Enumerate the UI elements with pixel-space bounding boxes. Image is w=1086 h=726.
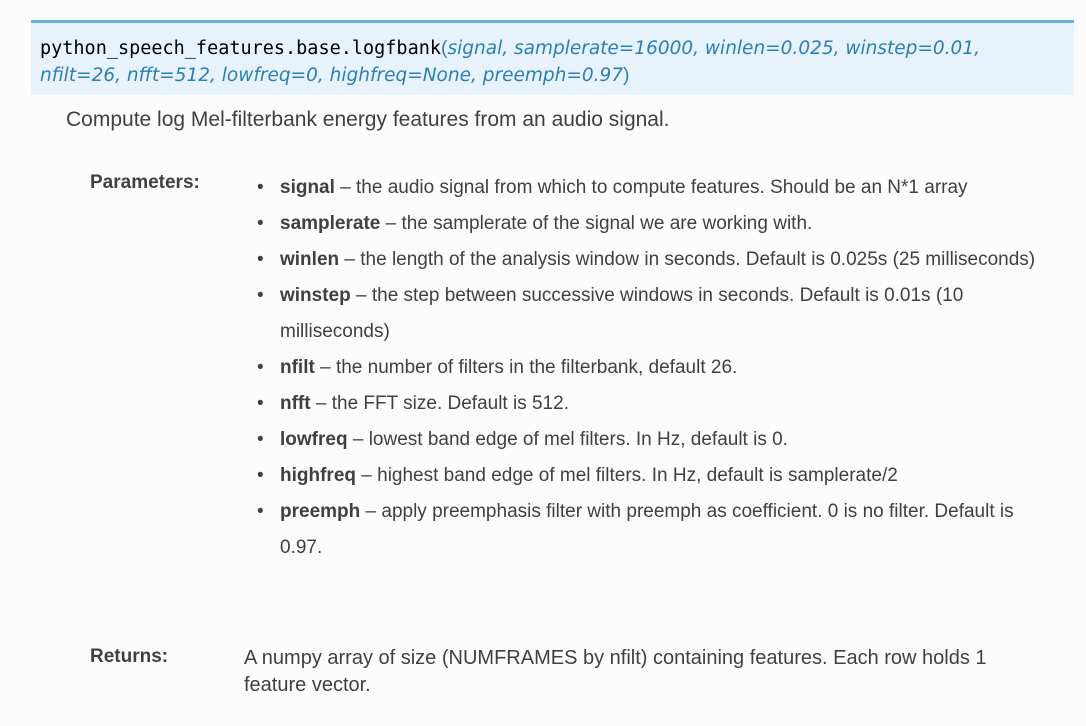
param-name: samplerate — [280, 213, 381, 234]
param-signal: signal – the audio signal from which to … — [257, 170, 1057, 206]
returns-description: A numpy array of size (NUMFRAMES by nfil… — [244, 647, 987, 696]
param-separator: – — [339, 249, 361, 270]
param-text: the number of filters in the filterbank,… — [335, 357, 738, 378]
param-name: nfft — [280, 393, 311, 414]
param-winstep: winstep – the step between successive wi… — [257, 278, 1057, 350]
function-description: Compute log Mel-filterbank energy featur… — [66, 108, 670, 131]
param-separator: – — [356, 465, 378, 486]
param-text: the samplerate of the signal we are work… — [401, 213, 813, 234]
param-text: apply preemphasis filter with preemph as… — [280, 501, 1014, 558]
param-separator: – — [347, 429, 369, 450]
param-name: signal — [280, 177, 335, 198]
signature-params-line1: signal, samplerate=16000, winlen=0.025, … — [447, 38, 980, 59]
param-separator: – — [350, 285, 372, 306]
param-name: winlen — [280, 249, 340, 270]
param-nfft: nfft – the FFT size. Default is 512. — [257, 386, 1057, 422]
param-winlen: winlen – the length of the analysis wind… — [257, 242, 1057, 278]
param-text: the step between successive windows in s… — [280, 285, 964, 342]
signature-params-line2: nfilt=26, nfft=512, lowfreq=0, highfreq=… — [40, 65, 624, 86]
returns-label: Returns: — [90, 646, 169, 667]
function-signature: python_speech_features.base.logfbank(sig… — [31, 20, 1074, 95]
param-lowfreq: lowfreq – lowest band edge of mel filter… — [257, 422, 1057, 458]
param-text: the FFT size. Default is 512. — [331, 393, 569, 414]
param-nfilt: nfilt – the number of filters in the fil… — [257, 350, 1057, 386]
param-separator: – — [360, 501, 382, 522]
signature-function-name: logfbank — [351, 38, 441, 59]
param-samplerate: samplerate – the samplerate of the signa… — [257, 206, 1057, 242]
param-separator: – — [334, 177, 357, 198]
signature-module: python_speech_features.base. — [40, 38, 352, 59]
param-name: winstep — [280, 285, 351, 306]
param-text: the audio signal from which to compute f… — [356, 177, 968, 198]
param-name: nfilt — [280, 357, 315, 378]
parameters-label: Parameters: — [90, 172, 200, 193]
param-separator: – — [380, 213, 402, 234]
param-separator: – — [310, 393, 332, 414]
param-text: highest band edge of mel filters. In Hz,… — [377, 465, 898, 486]
param-highfreq: highfreq – highest band edge of mel filt… — [257, 458, 1057, 494]
signature-close-paren: ) — [623, 64, 630, 86]
param-name: lowfreq — [280, 429, 348, 450]
param-preemph: preemph – apply preemphasis filter with … — [257, 494, 1057, 566]
param-text: lowest band edge of mel filters. In Hz, … — [368, 429, 788, 450]
param-name: highfreq — [280, 465, 356, 486]
param-name: preemph — [280, 501, 361, 522]
param-separator: – — [314, 357, 336, 378]
parameters-list: signal – the audio signal from which to … — [257, 170, 1057, 566]
param-text: the length of the analysis window in sec… — [360, 249, 1036, 270]
